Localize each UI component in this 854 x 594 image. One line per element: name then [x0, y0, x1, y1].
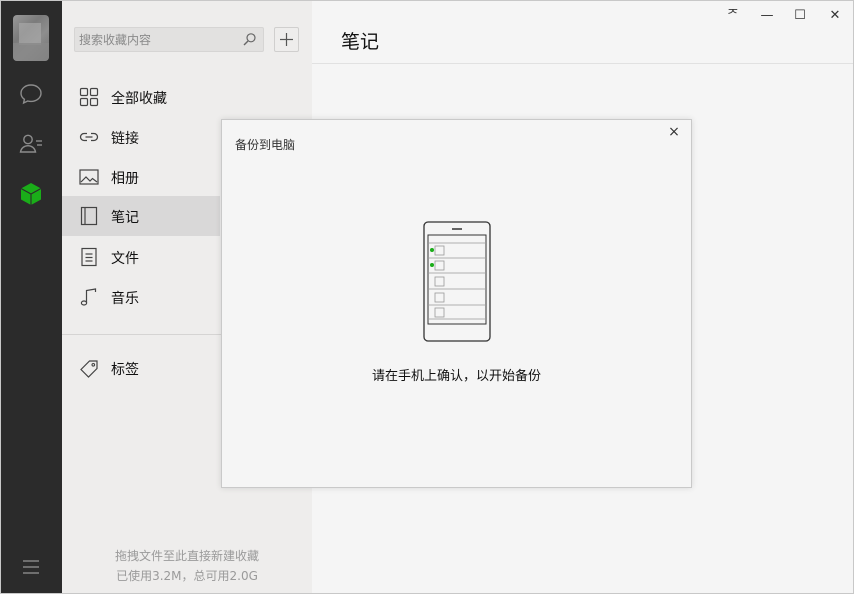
- nav-item-notes[interactable]: 笔记: [62, 196, 220, 236]
- search-input[interactable]: [75, 28, 235, 51]
- confirm-on-phone-message: 请在手机上确认，以开始备份: [371, 369, 541, 384]
- backup-to-pc-dialog: 备份到电脑 × 请在手机上确认，以开始备份: [221, 119, 692, 488]
- close-icon[interactable]: ×: [666, 124, 682, 140]
- contacts-icon[interactable]: [18, 131, 44, 157]
- storage-info: 已使用3.2M，总可用2.0G: [116, 569, 258, 583]
- phone-illustration: [423, 221, 491, 342]
- nav-item-label: 笔记: [111, 210, 139, 226]
- page-title: 笔记: [341, 31, 380, 53]
- drag-drop-hint: 拖拽文件至此直接新建收藏: [114, 549, 259, 563]
- wechat-favorites-window: 全部收藏 链接 相册 笔记 文件: [0, 0, 854, 594]
- avatar[interactable]: [13, 15, 49, 61]
- dialog-title: 备份到电脑: [235, 138, 296, 152]
- chat-icon[interactable]: [18, 81, 44, 107]
- nav-item-label: 相册: [111, 171, 139, 187]
- close-icon[interactable]: ✕: [824, 7, 846, 25]
- nav-item-all-favorites[interactable]: 全部收藏: [62, 77, 312, 117]
- image-icon: [79, 167, 99, 187]
- minimize-icon[interactable]: —: [756, 7, 778, 25]
- search-icon[interactable]: [242, 32, 257, 47]
- grid-icon: [79, 87, 99, 107]
- nav-item-label: 全部收藏: [111, 91, 167, 107]
- search-box: [74, 27, 264, 52]
- add-favorite-button[interactable]: [274, 27, 299, 52]
- nav-item-label: 文件: [111, 251, 139, 267]
- main-sidebar: [1, 1, 62, 593]
- divider: [312, 63, 853, 64]
- menu-icon[interactable]: [18, 554, 44, 580]
- tag-icon: [79, 358, 99, 378]
- pin-icon[interactable]: ᅎ: [722, 7, 744, 25]
- link-icon: [79, 127, 99, 147]
- maximize-icon[interactable]: ☐: [789, 7, 811, 25]
- favorites-icon[interactable]: [18, 181, 44, 207]
- file-icon: [79, 247, 99, 267]
- nav-item-label: 音乐: [111, 291, 139, 307]
- nav-item-label: 链接: [111, 131, 139, 147]
- note-icon: [79, 206, 99, 226]
- music-icon: [79, 287, 99, 307]
- nav-item-label: 标签: [111, 362, 139, 378]
